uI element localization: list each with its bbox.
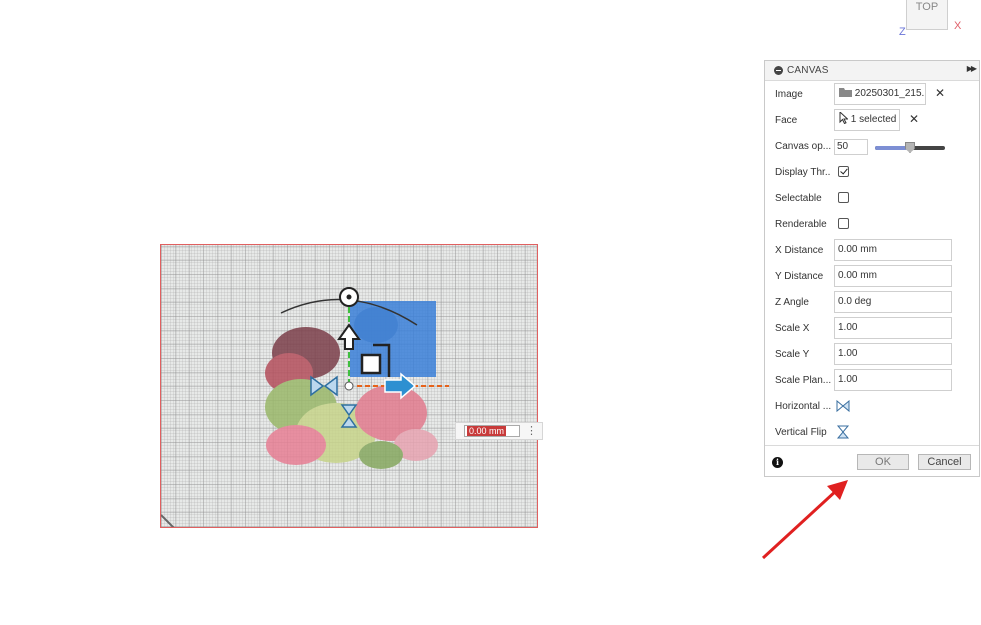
row-z-angle: Z Angle 0.0 deg <box>765 290 979 314</box>
slider-thumb[interactable] <box>905 142 915 153</box>
x-distance-label: X Distance <box>775 245 824 256</box>
dialog-header[interactable]: CANVAS ▶▶ <box>765 61 979 81</box>
scale-plane-input[interactable]: 1.00 <box>834 369 952 391</box>
row-renderable: Renderable <box>765 212 979 236</box>
row-horizontal-flip: Horizontal ... <box>765 394 979 418</box>
cancel-button[interactable]: Cancel <box>918 454 971 470</box>
vertical-flip-icon[interactable] <box>835 424 851 440</box>
selectable-checkbox[interactable] <box>838 192 849 203</box>
display-through-checkbox[interactable] <box>838 166 849 177</box>
renderable-checkbox[interactable] <box>838 218 849 229</box>
selectable-label: Selectable <box>775 193 822 204</box>
dimension-value: 0.00 mm <box>467 426 507 436</box>
display-through-label: Display Thr... <box>775 167 831 178</box>
row-display-through: Display Thr... <box>765 160 979 184</box>
ok-button[interactable]: OK <box>857 454 909 470</box>
more-vertical-icon[interactable]: ⋮ <box>526 424 537 438</box>
axis-x-label: X <box>954 20 962 32</box>
canvas-opacity-input[interactable]: 50 <box>834 139 868 155</box>
dialog-footer: i OK Cancel <box>765 445 979 477</box>
renderable-label: Renderable <box>775 219 827 230</box>
scale-y-input[interactable]: 1.00 <box>834 343 952 365</box>
expand-icon[interactable]: ▶▶ <box>967 64 977 73</box>
clear-image-icon[interactable]: ✕ <box>935 86 945 100</box>
dimension-input-box[interactable]: 0.00 mm ⋮ <box>455 422 543 440</box>
axis-z-label: Z <box>899 26 906 38</box>
row-vertical-flip: Vertical Flip <box>765 420 979 444</box>
face-select-button[interactable]: 1 selected <box>834 109 900 131</box>
view-cube[interactable]: TOP Z X <box>898 0 968 40</box>
horizontal-flip-label: Horizontal ... <box>775 401 831 412</box>
canvas-image[interactable] <box>160 244 538 528</box>
y-distance-label: Y Distance <box>775 271 824 282</box>
row-canvas-opacity: Canvas op... 50 <box>765 134 979 158</box>
canvas-opacity-label: Canvas op... <box>775 141 831 152</box>
scale-y-label: Scale Y <box>775 349 810 360</box>
canvas-opacity-slider[interactable] <box>875 142 945 153</box>
info-icon[interactable]: i <box>772 457 783 468</box>
z-angle-input[interactable]: 0.0 deg <box>834 291 952 313</box>
canvas-dialog: CANVAS ▶▶ Image 20250301_215... ✕ Face 1… <box>764 60 980 477</box>
z-angle-label: Z Angle <box>775 297 809 308</box>
cursor-arrow-icon <box>839 110 849 125</box>
row-image: Image 20250301_215... ✕ <box>765 82 979 106</box>
row-scale-plane: Scale Plan... 1.00 <box>765 368 979 392</box>
collapse-icon[interactable] <box>774 66 783 75</box>
row-scale-y: Scale Y 1.00 <box>765 342 979 366</box>
view-cube-top-face[interactable]: TOP <box>906 0 948 30</box>
y-distance-input[interactable]: 0.00 mm <box>834 265 952 287</box>
dialog-title: CANVAS <box>787 65 829 76</box>
row-face: Face 1 selected ✕ <box>765 108 979 132</box>
annotation-arrow <box>761 480 848 560</box>
image-select-button[interactable]: 20250301_215... <box>834 83 926 105</box>
vertical-flip-label: Vertical Flip <box>775 427 827 438</box>
face-label: Face <box>775 115 798 126</box>
scale-x-input[interactable]: 1.00 <box>834 317 952 339</box>
canvas-photo-graphic <box>161 287 449 527</box>
row-x-distance: X Distance 0.00 mm <box>765 238 979 262</box>
x-distance-input[interactable]: 0.00 mm <box>834 239 952 261</box>
row-scale-x: Scale X 1.00 <box>765 316 979 340</box>
image-filename: 20250301_215... <box>854 88 926 99</box>
scale-x-label: Scale X <box>775 323 810 334</box>
clear-face-icon[interactable]: ✕ <box>909 112 919 126</box>
scale-handle[interactable] <box>360 353 382 375</box>
image-label: Image <box>775 89 803 100</box>
dimension-input[interactable]: 0.00 mm <box>464 425 520 437</box>
row-selectable: Selectable <box>765 186 979 210</box>
scale-plane-label: Scale Plan... <box>775 375 831 386</box>
face-selection-count: 1 selected <box>850 114 897 125</box>
row-y-distance: Y Distance 0.00 mm <box>765 264 979 288</box>
horizontal-flip-icon[interactable] <box>835 398 851 414</box>
folder-icon <box>839 88 852 97</box>
slider-fill <box>875 146 910 150</box>
